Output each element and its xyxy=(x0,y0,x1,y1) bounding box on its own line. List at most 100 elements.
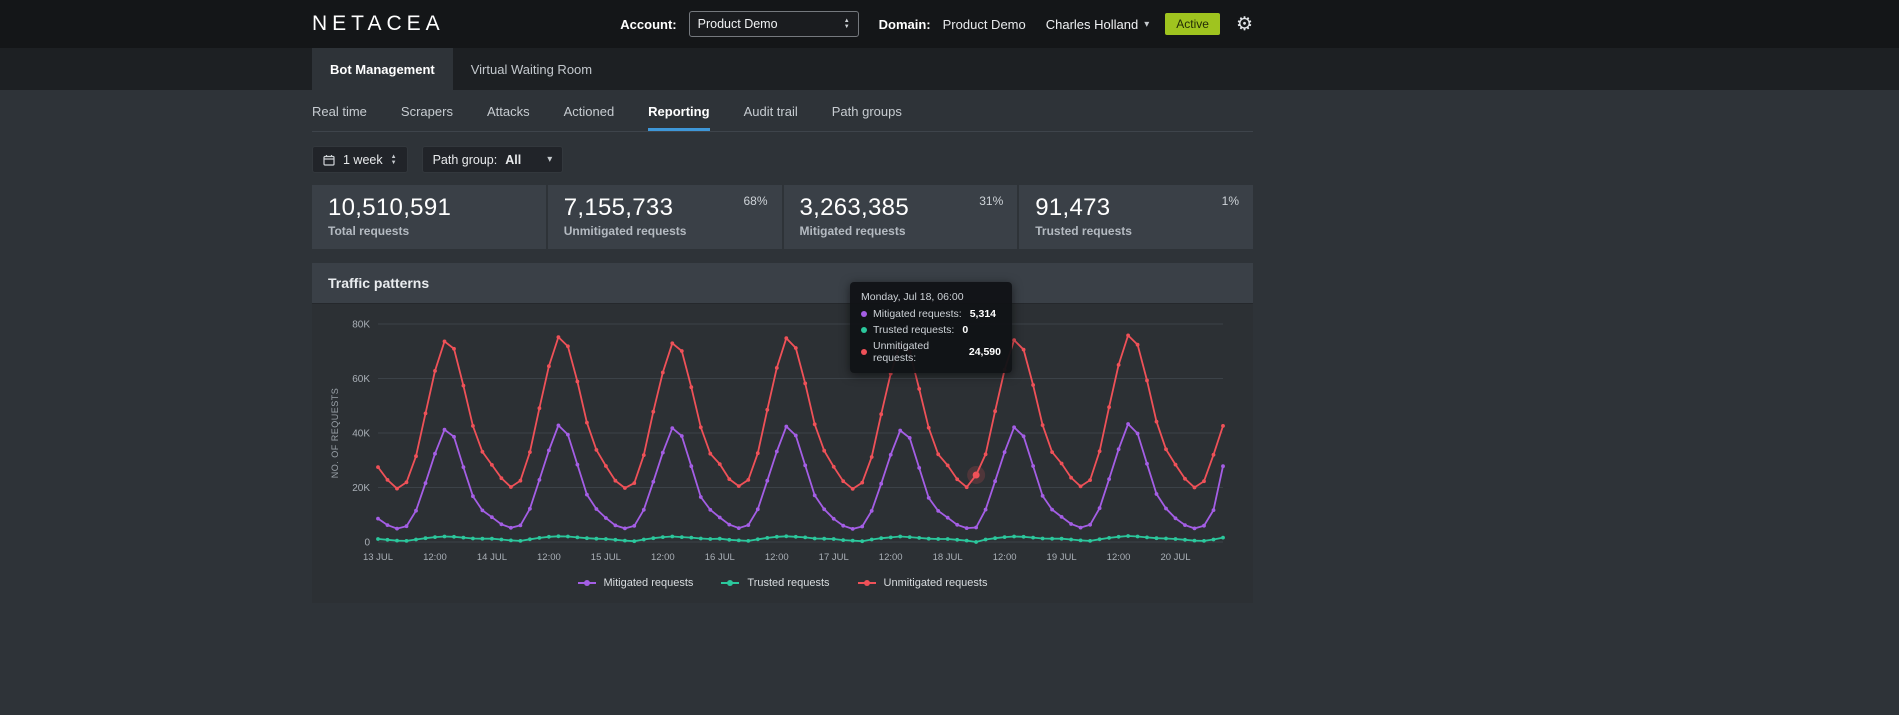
domain-value: Product Demo xyxy=(942,16,1026,32)
domain-label: Domain: xyxy=(878,16,931,32)
calendar-icon xyxy=(323,154,335,166)
tooltip-row: Unmitigated requests: 24,590 xyxy=(861,340,1001,364)
svg-text:80K: 80K xyxy=(352,320,370,331)
tab-real-time[interactable]: Real time xyxy=(312,104,367,131)
traffic-patterns-panel: Traffic patterns Monday, Jul 18, 06:00 M… xyxy=(312,263,1253,603)
stepper-arrows-icon: ▲ ▼ xyxy=(390,153,397,166)
svg-text:20 JUL: 20 JUL xyxy=(1160,552,1190,563)
svg-text:12:00: 12:00 xyxy=(1107,552,1131,563)
tooltip-title: Monday, Jul 18, 06:00 xyxy=(861,291,964,303)
tab-bot-management[interactable]: Bot Management xyxy=(312,48,453,90)
tooltip-label: Unmitigated requests: xyxy=(873,340,930,364)
account-select-value: Product Demo xyxy=(697,17,778,31)
svg-text:12:00: 12:00 xyxy=(765,552,789,563)
chart-legend: Mitigated requests Trusted requests Unmi… xyxy=(322,571,1243,603)
svg-text:14 JUL: 14 JUL xyxy=(477,552,507,563)
stat-percent: 1% xyxy=(1221,194,1239,208)
unmitigated-dot-icon xyxy=(861,349,867,355)
user-menu[interactable]: Charles Holland ▾ xyxy=(1046,17,1150,32)
product-tab-bar: Bot Management Virtual Waiting Room xyxy=(0,48,1899,90)
time-range-value: 1 week xyxy=(343,152,383,167)
trusted-line-icon xyxy=(721,580,740,586)
select-arrows-icon: ▲ ▼ xyxy=(843,18,850,30)
svg-text:40K: 40K xyxy=(352,429,370,440)
netacea-logo: NETACEA xyxy=(312,12,445,35)
stat-total-requests: 10,510,591 Total requests xyxy=(312,185,546,249)
legend-label: Unmitigated requests xyxy=(883,577,988,589)
top-bar-controls: Account: Product Demo ▲ ▼ Domain: Product… xyxy=(620,11,1253,37)
chevron-down-icon: ▾ xyxy=(1144,18,1150,30)
mitigated-line-icon xyxy=(577,580,596,586)
filter-bar: 1 week ▲ ▼ Path group: All ▾ xyxy=(312,146,1253,173)
legend-label: Mitigated requests xyxy=(603,577,694,589)
tooltip-value: 5,314 xyxy=(969,308,996,320)
stat-unmitigated-requests: 7,155,733 Unmitigated requests 68% xyxy=(547,185,782,249)
path-group-select[interactable]: Path group: All ▾ xyxy=(421,146,564,173)
path-group-value: All xyxy=(505,152,522,167)
path-group-label: Path group: xyxy=(432,152,498,167)
stat-label: Trusted requests xyxy=(1035,224,1132,238)
svg-text:16 JUL: 16 JUL xyxy=(705,552,735,563)
stat-value: 10,510,591 xyxy=(328,194,452,221)
svg-text:12:00: 12:00 xyxy=(879,552,903,563)
svg-text:NO. OF REQUESTS: NO. OF REQUESTS xyxy=(330,388,340,479)
stat-value: 91,473 xyxy=(1035,194,1111,221)
tooltip-label: Trusted requests: xyxy=(873,324,955,336)
tooltip-label: Mitigated requests: xyxy=(873,308,962,320)
chart-area: 0 20K 40K 60K 80K NO. OF REQUESTS 13 JUL 12:00 1… xyxy=(312,304,1253,603)
legend-mitigated[interactable]: Mitigated requests xyxy=(577,577,694,589)
stats-row: 10,510,591 Total requests 7,155,733 Unmi… xyxy=(312,185,1253,249)
svg-text:60K: 60K xyxy=(352,374,370,385)
tab-path-groups[interactable]: Path groups xyxy=(832,104,902,131)
stat-mitigated-requests: 3,263,385 Mitigated requests 31% xyxy=(783,185,1018,249)
tab-audit-trail[interactable]: Audit trail xyxy=(744,104,798,131)
svg-text:13 JUL: 13 JUL xyxy=(363,552,393,563)
legend-label: Trusted requests xyxy=(747,577,830,589)
svg-text:12:00: 12:00 xyxy=(537,552,561,563)
tooltip-value: 0 xyxy=(962,324,969,336)
svg-text:18 JUL: 18 JUL xyxy=(933,552,963,563)
mitigated-dot-icon xyxy=(861,311,867,317)
svg-text:12:00: 12:00 xyxy=(993,552,1017,563)
stat-value: 3,263,385 xyxy=(799,194,909,221)
stat-label: Total requests xyxy=(328,224,410,238)
traffic-chart[interactable]: 0 20K 40K 60K 80K NO. OF REQUESTS 13 JUL 12:00 1… xyxy=(322,316,1239,566)
chevron-down-icon: ▾ xyxy=(547,154,553,165)
stat-label: Mitigated requests xyxy=(799,224,906,238)
tab-reporting[interactable]: Reporting xyxy=(648,104,710,131)
status-badge: Active xyxy=(1165,13,1220,35)
svg-text:19 JUL: 19 JUL xyxy=(1047,552,1077,563)
tooltip-row: Trusted requests: 0 xyxy=(861,324,1001,336)
svg-text:12:00: 12:00 xyxy=(423,552,447,563)
tab-actioned[interactable]: Actioned xyxy=(564,104,615,131)
svg-text:0: 0 xyxy=(364,538,370,549)
top-bar: NETACEA Account: Product Demo ▲ ▼ Domain:… xyxy=(0,0,1899,48)
tooltip-value: 24,590 xyxy=(968,346,1001,358)
stat-trusted-requests: 91,473 Trusted requests 1% xyxy=(1019,185,1253,249)
unmitigated-line-icon xyxy=(857,580,876,586)
account-select[interactable]: Product Demo ▲ ▼ xyxy=(688,11,859,37)
tab-attacks[interactable]: Attacks xyxy=(487,104,530,131)
time-range-picker[interactable]: 1 week ▲ ▼ xyxy=(312,146,408,173)
legend-unmitigated[interactable]: Unmitigated requests xyxy=(857,577,988,589)
svg-text:17 JUL: 17 JUL xyxy=(819,552,849,563)
svg-text:12:00: 12:00 xyxy=(651,552,675,563)
user-name: Charles Holland xyxy=(1045,16,1139,32)
legend-trusted[interactable]: Trusted requests xyxy=(721,577,830,589)
trusted-dot-icon xyxy=(861,327,867,333)
section-nav: Real time Scrapers Attacks Actioned Repo… xyxy=(312,90,1253,132)
svg-text:20K: 20K xyxy=(352,483,370,494)
stat-value: 7,155,733 xyxy=(563,194,674,221)
panel-title: Traffic patterns xyxy=(312,263,1253,304)
main-content: Real time Scrapers Attacks Actioned Repo… xyxy=(0,90,1899,603)
stat-label: Unmitigated requests xyxy=(563,224,687,238)
account-label: Account: xyxy=(620,16,677,32)
stat-percent: 68% xyxy=(743,194,768,208)
tooltip-row: Mitigated requests: 5,314 xyxy=(861,308,1001,320)
tab-virtual-waiting-room[interactable]: Virtual Waiting Room xyxy=(453,48,610,90)
tab-scrapers[interactable]: Scrapers xyxy=(401,104,453,131)
stat-percent: 31% xyxy=(979,194,1004,208)
svg-text:15 JUL: 15 JUL xyxy=(591,552,621,563)
chart-tooltip: Monday, Jul 18, 06:00 Mitigated requests… xyxy=(850,282,1012,373)
gear-icon[interactable]: ⚙ xyxy=(1236,13,1253,36)
